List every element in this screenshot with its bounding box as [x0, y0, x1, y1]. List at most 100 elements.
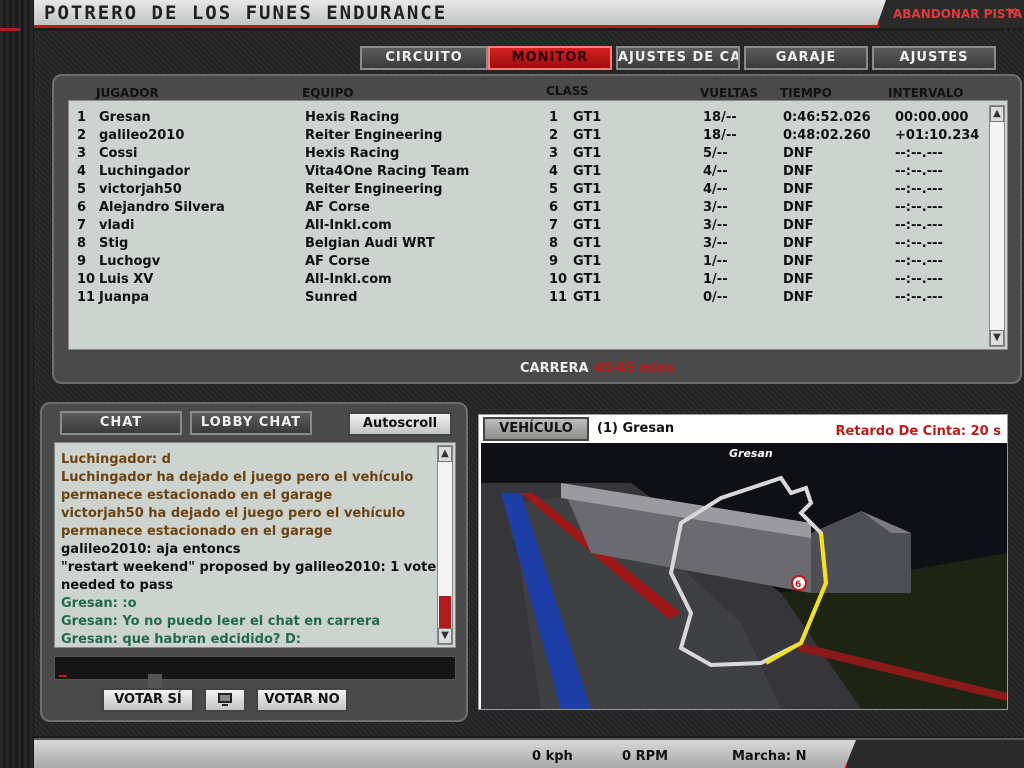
title-bar: POTRERO DE LOS FUNES ENDURANCE ABANDONAR… — [34, 0, 1024, 28]
cell-interval: --:--.--- — [895, 218, 943, 233]
cell-interval: --:--.--- — [895, 146, 943, 161]
table-row[interactable]: 10 Luis XV All-Inkl.com 10 GT1 1/-- DNF --:--.-… — [69, 272, 1007, 290]
chat-scroll-up-icon[interactable]: ▲ — [438, 446, 452, 462]
chat-message: Gresan: :o — [61, 596, 137, 611]
cell-time: DNF — [783, 164, 814, 179]
cell-time: DNF — [783, 236, 814, 251]
table-row[interactable]: 3 Cossi Hexis Racing 3 GT1 5/-- DNF --:--.--- — [69, 146, 1007, 164]
cell-interval: 00:00.000 — [895, 110, 969, 125]
chat-message: Gresan: que habran edcidido? D: — [61, 632, 301, 647]
table-row[interactable]: 5 victorjah50 Reiter Engineering 5 GT1 4/-- DN… — [69, 182, 1007, 200]
cell-team: AF Corse — [305, 200, 370, 215]
tab-ajustes-de-carrera[interactable]: AJUSTES DE CARRERA — [616, 46, 740, 70]
cell-interval: --:--.--- — [895, 290, 943, 305]
cell-cpos: 6 — [549, 200, 559, 215]
cell-team: Sunred — [305, 290, 358, 305]
status-bar-dark-section — [844, 740, 1024, 768]
vehicle-tab[interactable]: VEHÍCULO — [483, 417, 589, 441]
cell-interval: --:--.--- — [895, 236, 943, 251]
map-driver-label: Gresan — [729, 447, 773, 460]
header-jugador: JUGADOR — [96, 86, 159, 100]
vehicle-name: (1) Gresan — [597, 421, 675, 436]
cell-pos: 2 — [77, 128, 87, 143]
cell-team: All-Inkl.com — [305, 272, 392, 287]
cell-pos: 5 — [77, 182, 87, 197]
cell-team: Hexis Racing — [305, 110, 400, 125]
tab-lobby-chat[interactable]: LOBBY CHAT — [190, 411, 312, 435]
cell-laps: 3/-- — [703, 218, 728, 233]
header-class: CLASS — [546, 84, 589, 98]
speed-readout: 0 kph — [532, 749, 573, 764]
tab-chat[interactable]: CHAT — [60, 411, 182, 435]
cell-time: DNF — [783, 182, 814, 197]
vehicle-header: VEHÍCULO (1) Gresan Retardo De Cinta: 20… — [479, 415, 1007, 443]
vote-no-button[interactable]: VOTAR NO — [256, 688, 348, 712]
autoscroll-button[interactable]: Autoscroll — [348, 412, 452, 436]
chat-log: ▲ ▼ Luchingador: d Luchingador ha dejado … — [54, 442, 456, 648]
chat-message: "restart weekend" proposed by galileo201… — [61, 560, 437, 575]
cell-interval: --:--.--- — [895, 254, 943, 269]
tab-garaje[interactable]: GARAJE — [744, 46, 868, 70]
cell-pos: 1 — [77, 110, 87, 125]
table-row[interactable]: 6 Alejandro Silvera AF Corse 6 GT1 3/-- DNF --:… — [69, 200, 1007, 218]
chat-scroll-down-icon[interactable]: ▼ — [438, 628, 452, 644]
table-row[interactable]: 1 Gresan Hexis Racing 1 GT1 18/-- 0:46:52.026 0… — [69, 110, 1007, 128]
cell-player: Alejandro Silvera — [99, 200, 225, 215]
cell-cpos: 1 — [549, 110, 559, 125]
cell-team: Vita4One Racing Team — [305, 164, 470, 179]
cell-player: Gresan — [99, 110, 151, 125]
table-row[interactable]: 4 Luchingador Vita4One Racing Team 4 GT1 4/--… — [69, 164, 1007, 182]
left-decoration-strip — [0, 0, 34, 768]
cell-time: DNF — [783, 200, 814, 215]
rpm-readout: 0 RPM — [622, 749, 669, 764]
cell-cpos: 10 — [549, 272, 568, 287]
status-bar: 0 kph 0 RPM Marcha: N — [34, 738, 1024, 768]
cell-pos: 11 — [77, 290, 96, 305]
abandon-track-button[interactable]: ABANDONAR PISTA ✕ — [876, 0, 1024, 28]
cell-team: Reiter Engineering — [305, 128, 443, 143]
cell-player: Stig — [99, 236, 129, 251]
chat-scroll-thumb[interactable] — [439, 596, 451, 628]
cell-team: Hexis Racing — [305, 146, 400, 161]
table-row[interactable]: 11 Juanpa Sunred 11 GT1 0/-- DNF --:--.--- — [69, 290, 1007, 308]
cell-cpos: 7 — [549, 218, 559, 233]
scroll-down-icon[interactable]: ▼ — [990, 330, 1004, 346]
tab-monitor[interactable]: MONITOR — [488, 46, 612, 70]
table-row[interactable]: 8 Stig Belgian Audi WRT 8 GT1 3/-- DNF --:--.--… — [69, 236, 1007, 254]
vote-yes-button[interactable]: VOTAR SÍ — [102, 688, 194, 712]
cell-interval: --:--.--- — [895, 182, 943, 197]
cell-time: 0:46:52.026 — [783, 110, 871, 125]
cell-class: GT1 — [573, 164, 602, 179]
cell-player: vladi — [99, 218, 135, 233]
cell-team: Belgian Audi WRT — [305, 236, 435, 251]
chat-message: victorjah50 ha dejado el juego pero el v… — [61, 506, 406, 521]
chat-scrollbar[interactable]: ▲ ▼ — [437, 445, 453, 645]
chat-message: Luchingador: d — [61, 452, 171, 467]
tab-ajustes[interactable]: AJUSTES — [872, 46, 996, 70]
header-tiempo: TIEMPO — [780, 86, 832, 100]
close-icon: ✕ — [1006, 5, 1018, 21]
gear-readout: Marcha: N — [732, 749, 807, 764]
monitor-icon-button[interactable] — [204, 688, 246, 712]
cell-time: DNF — [783, 218, 814, 233]
cell-player: Juanpa — [99, 290, 150, 305]
race-time: 45/45 mins — [594, 361, 675, 376]
chat-message: galileo2010: aja entoncs — [61, 542, 241, 557]
cell-player: Cossi — [99, 146, 138, 161]
header-vueltas: VUELTAS — [700, 86, 759, 100]
cell-player: galileo2010 — [99, 128, 185, 143]
abandon-label: ABANDONAR PISTA — [893, 7, 1023, 21]
chat-message: needed to pass — [61, 578, 174, 593]
cell-time: DNF — [783, 272, 814, 287]
table-row[interactable]: 2 galileo2010 Reiter Engineering 2 GT1 18/-- 0… — [69, 128, 1007, 146]
cell-player: Luis XV — [99, 272, 154, 287]
monitor-icon — [218, 693, 232, 706]
cell-laps: 18/-- — [703, 128, 737, 143]
chat-input[interactable] — [54, 656, 456, 680]
tab-circuito[interactable]: CIRCUITO — [360, 46, 488, 70]
cell-pos: 4 — [77, 164, 87, 179]
table-row[interactable]: 7 vladi All-Inkl.com 7 GT1 3/-- DNF --:--.--- — [69, 218, 1007, 236]
header-equipo: EQUIPO — [302, 86, 354, 100]
table-row[interactable]: 9 Luchogv AF Corse 9 GT1 1/-- DNF --:--.--- — [69, 254, 1007, 272]
cell-class: GT1 — [573, 254, 602, 269]
